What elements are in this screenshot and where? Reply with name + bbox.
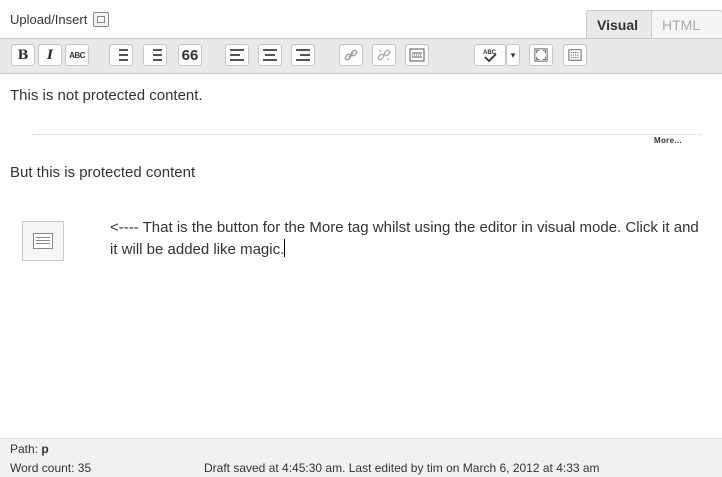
align-center-button[interactable]	[258, 44, 282, 66]
instructions-text: <---- That is the button for the More ta…	[110, 219, 699, 258]
italic-button[interactable]: I	[38, 44, 62, 66]
spellcheck-button[interactable]: ABC	[474, 44, 506, 66]
path-element[interactable]: p	[41, 442, 48, 456]
add-media-icon[interactable]	[93, 12, 110, 27]
align-left-icon	[230, 49, 244, 61]
tab-html[interactable]: HTML	[651, 10, 722, 39]
unlink-button[interactable]	[372, 44, 396, 66]
insert-more-tag-button[interactable]	[405, 44, 429, 66]
element-path: Path: p	[10, 442, 49, 456]
bold-button[interactable]: B	[11, 44, 35, 66]
paragraph-instructions: <---- That is the button for the More ta…	[110, 217, 700, 261]
formatting-toolbar: B I ABC 66 ABC ▾	[0, 39, 722, 74]
numbered-list-icon	[148, 49, 162, 61]
more-tag-label: More...	[654, 136, 682, 145]
upload-insert-link[interactable]: Upload/Insert	[10, 12, 110, 27]
spellcheck-language-dropdown[interactable]: ▾	[506, 44, 520, 66]
bullet-list-button[interactable]	[109, 44, 133, 66]
fullscreen-button[interactable]	[529, 44, 553, 66]
align-center-icon	[263, 49, 277, 61]
align-right-icon	[296, 49, 310, 61]
editor-content[interactable]: This is not protected content. More... B…	[0, 74, 722, 439]
spellcheck-icon: ABC	[483, 50, 497, 63]
more-tag-divider	[32, 134, 702, 135]
upload-insert-label[interactable]: Upload/Insert	[10, 12, 87, 27]
editor-statusbar: Path: p Word count: 35 Draft saved at 4:…	[0, 438, 722, 477]
draft-status: Draft saved at 4:45:30 am. Last edited b…	[204, 461, 600, 475]
insert-link-button[interactable]	[339, 44, 363, 66]
unlink-icon	[377, 49, 391, 61]
blockquote-button[interactable]: 66	[178, 44, 202, 66]
strikethrough-button[interactable]: ABC	[65, 44, 89, 66]
tab-visual[interactable]: Visual	[586, 10, 656, 39]
editor-header: Upload/Insert Visual HTML	[0, 0, 722, 39]
kitchen-sink-icon	[568, 49, 582, 61]
path-label: Path:	[10, 442, 39, 456]
editor-frame: B I ABC 66 ABC ▾ This is not protected c…	[0, 38, 722, 439]
more-tag-icon	[33, 233, 53, 249]
paragraph-protected: But this is protected content	[10, 164, 196, 181]
word-count: Word count: 35	[10, 461, 92, 475]
kitchen-sink-button[interactable]	[563, 44, 587, 66]
bullet-list-icon	[114, 49, 128, 61]
align-right-button[interactable]	[291, 44, 315, 66]
more-tag-icon	[409, 48, 425, 62]
text-cursor	[284, 239, 286, 257]
link-icon	[344, 49, 358, 61]
more-button-image	[22, 221, 64, 261]
paragraph-unprotected: This is not protected content.	[10, 87, 203, 104]
fullscreen-icon	[534, 48, 548, 62]
numbered-list-button[interactable]	[143, 44, 167, 66]
align-left-button[interactable]	[225, 44, 249, 66]
